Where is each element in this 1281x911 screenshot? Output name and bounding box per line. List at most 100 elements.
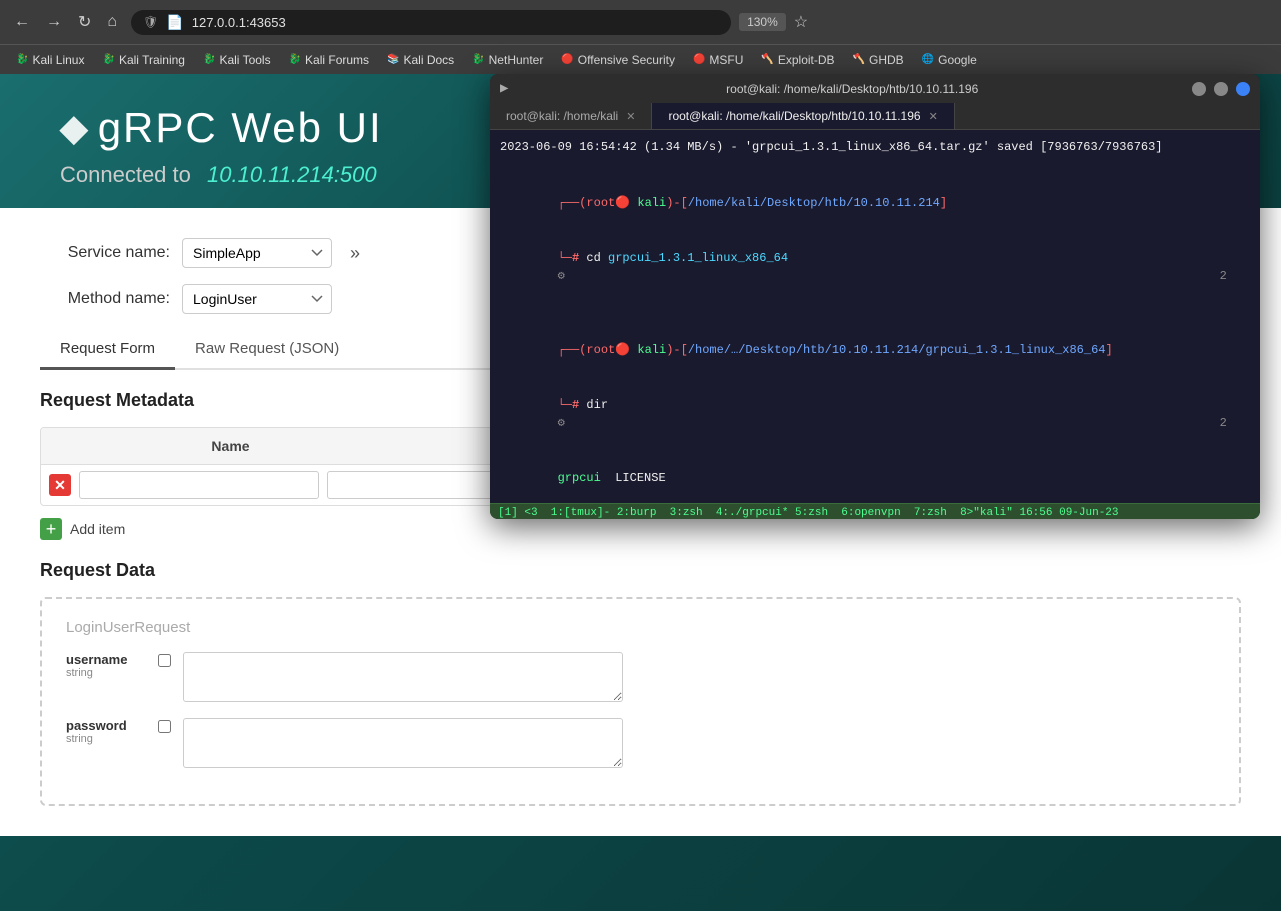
- username-checkbox[interactable]: [158, 654, 171, 667]
- bookmark-msfu-label: MSFU: [709, 53, 743, 67]
- bookmark-kali-linux[interactable]: 🐉 Kali Linux: [8, 51, 92, 69]
- password-field-row: password string: [66, 718, 1215, 768]
- login-request-label: LoginUserRequest: [66, 619, 1215, 636]
- request-data-box: LoginUserRequest username string passw: [40, 597, 1241, 806]
- kali-tools-favicon: 🐉: [203, 54, 215, 65]
- bookmark-kali-tools-label: Kali Tools: [219, 53, 270, 67]
- bookmark-kali-linux-label: Kali Linux: [32, 53, 84, 67]
- terminal-title: root@kali: /home/kali/Desktop/htb/10.10.…: [520, 82, 1184, 96]
- browser-chrome: ← → ↻ ⌂ 🛡 📄 127.0.0.1:43653 130% ☆ 🐉 Kal…: [0, 0, 1281, 74]
- method-name-label: Method name:: [40, 290, 170, 308]
- kali-training-favicon: 🐉: [102, 54, 114, 65]
- add-item-label: Add item: [70, 521, 125, 537]
- terminal-prompt-2: ┌──(root🔴 kali)-[/home/…/Desktop/htb/10.…: [500, 323, 1250, 377]
- ghdb-favicon: 🪓: [853, 54, 865, 65]
- add-item-button[interactable]: +: [40, 518, 62, 540]
- forward-button[interactable]: →: [40, 10, 68, 34]
- terminal-tab-1-close[interactable]: ✕: [626, 110, 635, 123]
- bookmark-kali-forums-label: Kali Forums: [305, 53, 369, 67]
- col-name-header: Name: [41, 428, 420, 464]
- terminal-dir-output: grpcui LICENSE: [500, 451, 1250, 503]
- username-field-type: string: [66, 667, 146, 679]
- nethunter-favicon: 🐉: [472, 54, 484, 65]
- bookmark-kali-docs-label: Kali Docs: [404, 53, 455, 67]
- terminal-icon: ▶: [500, 80, 508, 97]
- browser-toolbar: ← → ↻ ⌂ 🛡 📄 127.0.0.1:43653 130% ☆: [0, 0, 1281, 44]
- password-checkbox[interactable]: [158, 720, 171, 733]
- home-button[interactable]: ⌂: [101, 10, 123, 34]
- close-button[interactable]: [1236, 82, 1250, 96]
- maximize-button[interactable]: [1214, 82, 1228, 96]
- google-favicon: 🌐: [922, 54, 934, 65]
- terminal-cmd-1: └─# cd grpcui_1.3.1_linux_x86_64 2 ⚙: [500, 231, 1250, 303]
- bookmark-exploit-db-label: Exploit-DB: [778, 53, 835, 67]
- password-field-name: password: [66, 718, 146, 733]
- address-bar[interactable]: 🛡 📄 127.0.0.1:43653: [131, 10, 731, 35]
- kali-docs-favicon: 📚: [387, 54, 399, 65]
- metadata-name-input[interactable]: [79, 471, 319, 499]
- terminal-titlebar: ▶ root@kali: /home/kali/Desktop/htb/10.1…: [490, 74, 1260, 103]
- bookmark-ghdb-label: GHDB: [869, 53, 904, 67]
- tab-request-form[interactable]: Request Form: [40, 330, 175, 370]
- bookmark-msfu[interactable]: 🔴 MSFU: [685, 51, 751, 69]
- terminal-body[interactable]: 2023-06-09 16:54:42 (1.34 MB/s) - 'grpcu…: [490, 130, 1260, 503]
- connected-address: 10.10.11.214:500: [207, 162, 377, 187]
- grpc-logo-icon: ◆: [60, 107, 88, 149]
- bookmark-kali-training[interactable]: 🐉 Kali Training: [94, 51, 193, 69]
- delete-metadata-button[interactable]: ✕: [49, 474, 71, 496]
- password-textarea[interactable]: [183, 718, 623, 768]
- shield-icon: 🛡: [143, 15, 158, 29]
- service-arrow-button[interactable]: »: [344, 241, 366, 266]
- bookmark-google[interactable]: 🌐 Google: [914, 51, 985, 69]
- service-name-select[interactable]: SimpleApp: [182, 238, 332, 268]
- minimize-button[interactable]: [1192, 82, 1206, 96]
- terminal-line-blank1: [500, 157, 1250, 175]
- offensive-security-favicon: 🔴: [561, 54, 573, 65]
- connected-label: Connected to: [60, 162, 191, 187]
- terminal-status-bar: [1] <3 1:[tmux]- 2:burp 3:zsh 4:./grpcui…: [490, 503, 1260, 519]
- terminal-line-download: 2023-06-09 16:54:42 (1.34 MB/s) - 'grpcu…: [500, 138, 1250, 156]
- tab-raw-request[interactable]: Raw Request (JSON): [175, 330, 359, 370]
- bookmark-google-label: Google: [938, 53, 977, 67]
- password-field-type: string: [66, 733, 146, 745]
- username-field-name: username: [66, 652, 146, 667]
- msfu-favicon: 🔴: [693, 54, 705, 65]
- bookmark-ghdb[interactable]: 🪓 GHDB: [845, 51, 912, 69]
- bookmark-exploit-db[interactable]: 🪓 Exploit-DB: [753, 51, 842, 69]
- password-label-block: password string: [66, 718, 146, 745]
- tab-icon: 📄: [166, 14, 183, 31]
- bookmark-offensive-security-label: Offensive Security: [578, 53, 675, 67]
- terminal-prompt-1: ┌──(root🔴 kali)-[/home/kali/Desktop/htb/…: [500, 176, 1250, 230]
- terminal-tab-1[interactable]: root@kali: /home/kali ✕: [490, 103, 652, 129]
- nav-buttons: ← → ↻ ⌂: [8, 10, 123, 34]
- request-data-section: Request Data LoginUserRequest username s…: [40, 560, 1241, 806]
- grpc-title: gRPC Web UI: [98, 104, 383, 152]
- exploit-db-favicon: 🪓: [761, 54, 773, 65]
- bookmark-kali-forums[interactable]: 🐉 Kali Forums: [281, 51, 377, 69]
- bookmark-star-button[interactable]: ☆: [794, 12, 808, 32]
- terminal-tab-2[interactable]: root@kali: /home/kali/Desktop/htb/10.10.…: [652, 103, 954, 129]
- bookmarks-bar: 🐉 Kali Linux 🐉 Kali Training 🐉 Kali Tool…: [0, 44, 1281, 74]
- kali-forums-favicon: 🐉: [289, 54, 301, 65]
- username-label-block: username string: [66, 652, 146, 679]
- bookmark-kali-tools[interactable]: 🐉 Kali Tools: [195, 51, 279, 69]
- bookmark-offensive-security[interactable]: 🔴 Offensive Security: [553, 51, 683, 69]
- kali-linux-favicon: 🐉: [16, 54, 28, 65]
- method-name-select[interactable]: LoginUser: [182, 284, 332, 314]
- zoom-badge: 130%: [739, 13, 786, 31]
- data-section-title: Request Data: [40, 560, 1241, 581]
- bookmark-kali-docs[interactable]: 📚 Kali Docs: [379, 51, 462, 69]
- address-text: 127.0.0.1:43653: [192, 15, 286, 30]
- back-button[interactable]: ←: [8, 10, 36, 34]
- terminal-tab-2-close[interactable]: ✕: [929, 110, 938, 123]
- bookmark-nethunter-label: NetHunter: [489, 53, 544, 67]
- username-field-row: username string: [66, 652, 1215, 702]
- username-textarea[interactable]: [183, 652, 623, 702]
- main-area: ◆ gRPC Web UI Connected to 10.10.11.214:…: [0, 74, 1281, 911]
- bookmark-nethunter[interactable]: 🐉 NetHunter: [464, 51, 551, 69]
- terminal-window: ▶ root@kali: /home/kali/Desktop/htb/10.1…: [490, 74, 1260, 519]
- terminal-tabs: root@kali: /home/kali ✕ root@kali: /home…: [490, 103, 1260, 130]
- reload-button[interactable]: ↻: [72, 10, 97, 34]
- terminal-line-blank2: [500, 304, 1250, 322]
- service-name-label: Service name:: [40, 244, 170, 262]
